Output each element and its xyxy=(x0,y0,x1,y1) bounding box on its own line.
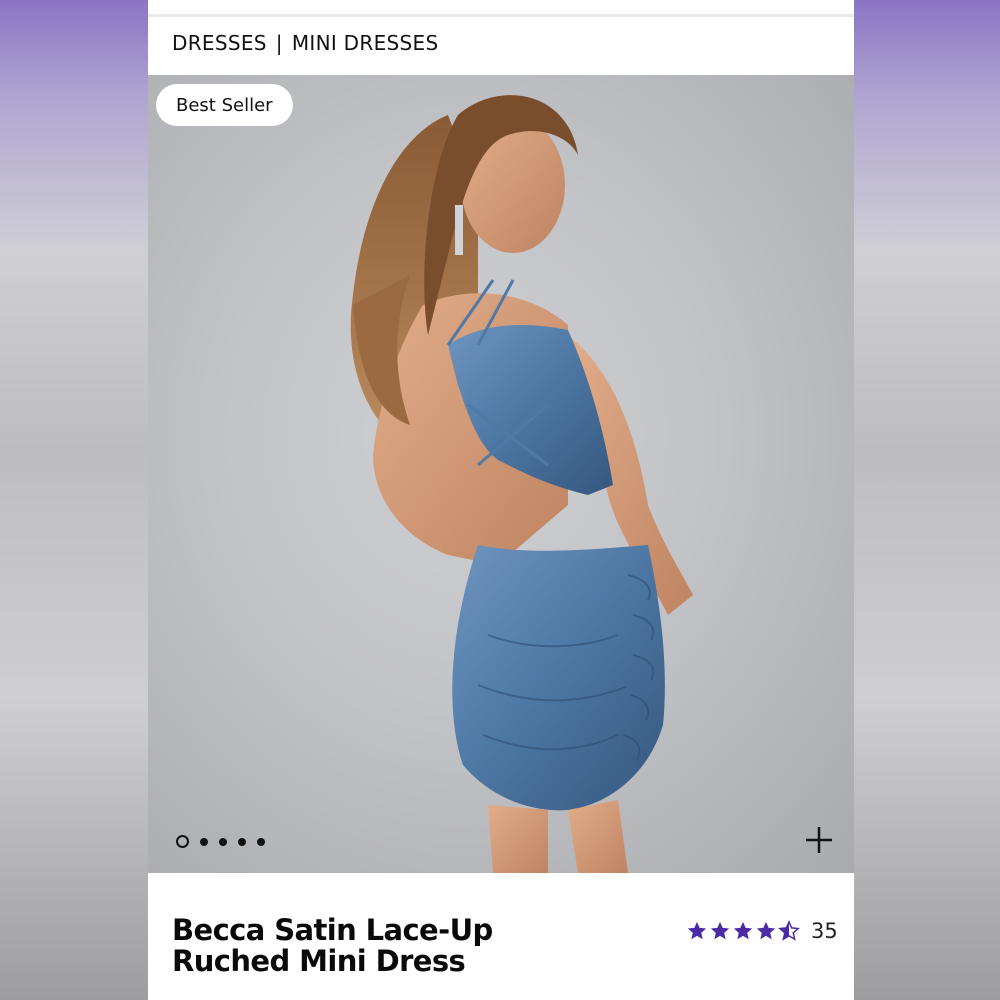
product-title: Becca Satin Lace-Up Ruched Mini Dress xyxy=(172,913,493,978)
blurred-background-right xyxy=(854,0,1000,1000)
gallery-dot-4[interactable] xyxy=(238,837,246,846)
gallery-dot-5[interactable] xyxy=(257,837,265,846)
top-bar xyxy=(148,0,854,17)
blurred-background-left xyxy=(0,0,148,1000)
star-full-icon xyxy=(733,921,753,940)
breadcrumb-mini-dresses[interactable]: MINI DRESSES xyxy=(292,31,439,55)
gallery-dot-1[interactable] xyxy=(176,835,189,848)
breadcrumb-separator: | xyxy=(275,31,283,55)
star-full-icon xyxy=(710,921,730,940)
best-seller-badge: Best Seller xyxy=(156,84,293,126)
product-photo xyxy=(350,95,693,873)
gallery-pagination xyxy=(176,835,265,848)
gallery-dot-3[interactable] xyxy=(219,837,227,846)
product-rating[interactable]: 35 xyxy=(686,919,838,943)
star-half-icon xyxy=(778,920,800,941)
star-full-icon xyxy=(687,921,707,940)
breadcrumb: DRESSES | MINI DRESSES xyxy=(172,30,438,56)
product-card: DRESSES | MINI DRESSES Best Seller Becca… xyxy=(148,0,854,1000)
breadcrumb-dresses[interactable]: DRESSES xyxy=(172,31,267,55)
zoom-plus-icon[interactable] xyxy=(804,825,834,855)
review-count[interactable]: 35 xyxy=(811,919,838,943)
gallery-dot-2[interactable] xyxy=(200,837,208,846)
product-image-gallery[interactable]: Best Seller xyxy=(148,75,854,873)
star-full-icon xyxy=(756,921,776,940)
